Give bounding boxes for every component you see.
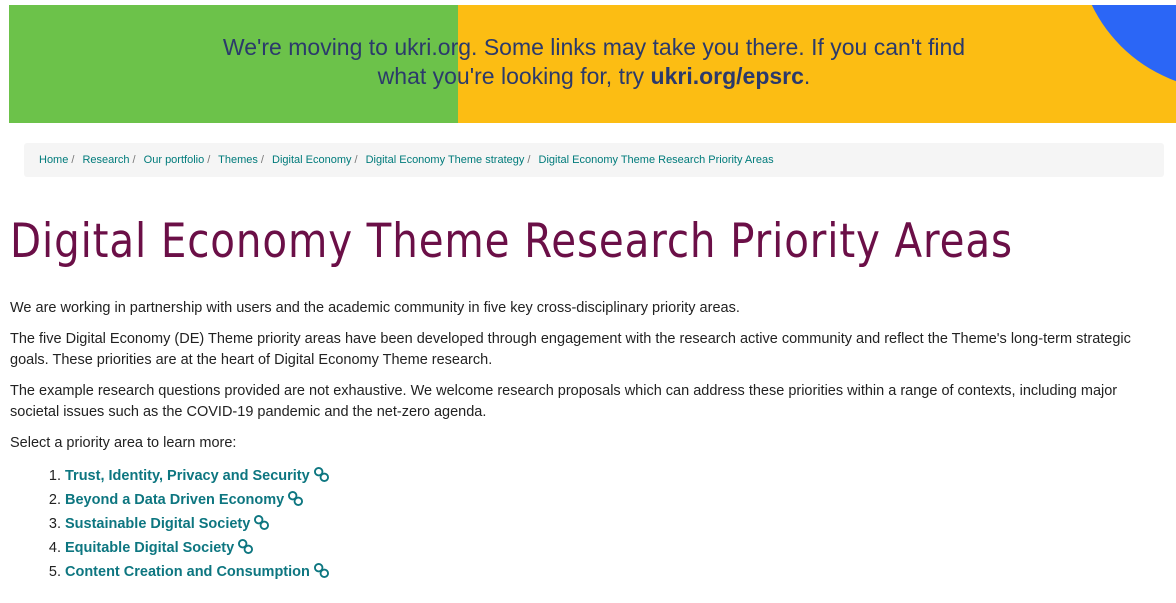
breadcrumb-separator: /	[260, 154, 264, 166]
breadcrumb-separator: /	[527, 154, 531, 166]
page-title: Digital Economy Theme Research Priority …	[10, 214, 1013, 269]
chain-link-icon	[313, 563, 329, 578]
breadcrumb-separator: /	[354, 154, 358, 166]
breadcrumb-separator: /	[207, 154, 211, 166]
priority-link-beyond-data-driven-economy[interactable]: Beyond a Data Driven Economy	[65, 492, 284, 508]
chain-link-icon	[288, 491, 304, 506]
breadcrumb-our-portfolio[interactable]: Our portfolio	[144, 154, 205, 166]
breadcrumb-digital-economy[interactable]: Digital Economy	[272, 154, 351, 166]
banner-line-2: what you're looking for, try ukri.org/ep…	[9, 62, 1176, 91]
chain-link-icon	[254, 515, 270, 530]
breadcrumb-separator: /	[132, 154, 136, 166]
breadcrumb-separator: /	[71, 154, 75, 166]
chain-link-icon	[313, 467, 329, 482]
breadcrumb-theme-strategy[interactable]: Digital Economy Theme strategy	[366, 154, 525, 166]
list-item: Sustainable Digital Society	[65, 512, 1160, 536]
banner-ukri-link[interactable]: ukri.org/epsrc	[651, 63, 804, 89]
priority-link-trust-identity-privacy-security[interactable]: Trust, Identity, Privacy and Security	[65, 468, 310, 484]
list-item: Beyond a Data Driven Economy	[65, 488, 1160, 512]
intro-paragraph: We are working in partnership with users…	[10, 300, 740, 316]
banner-line-2-prefix: what you're looking for, try	[377, 63, 651, 89]
breadcrumb-home[interactable]: Home	[39, 154, 68, 166]
banner-line-2-suffix: .	[803, 63, 811, 89]
breadcrumb-current-page[interactable]: Digital Economy Theme Research Priority …	[539, 154, 774, 166]
list-item: Equitable Digital Society	[65, 536, 1160, 560]
research-questions-paragraph: The example research questions provided …	[10, 383, 1118, 420]
priority-area-list: Trust, Identity, Privacy and Security Be…	[10, 464, 1160, 584]
banner-line-1: We're moving to ukri.org. Some links may…	[222, 34, 966, 60]
breadcrumb-themes[interactable]: Themes	[218, 154, 258, 166]
description-paragraph: The five Digital Economy (DE) Theme prio…	[10, 331, 1131, 368]
list-item: Content Creation and Consumption	[65, 560, 1160, 584]
priority-link-sustainable-digital-society[interactable]: Sustainable Digital Society	[65, 516, 250, 532]
chain-link-icon	[238, 539, 254, 554]
priority-link-equitable-digital-society[interactable]: Equitable Digital Society	[65, 540, 234, 556]
priority-link-content-creation-consumption[interactable]: Content Creation and Consumption	[65, 564, 310, 580]
select-prompt: Select a priority area to learn more:	[10, 435, 237, 451]
main-content: We are working in partnership with users…	[10, 298, 1160, 584]
list-item: Trust, Identity, Privacy and Security	[65, 464, 1160, 488]
banner-message: We're moving to ukri.org. Some links may…	[9, 33, 1176, 91]
site-notice-banner: We're moving to ukri.org. Some links may…	[9, 5, 1176, 123]
breadcrumb-research[interactable]: Research	[82, 154, 129, 166]
breadcrumb: Home / Research / Our portfolio / Themes / D…	[24, 143, 1164, 177]
